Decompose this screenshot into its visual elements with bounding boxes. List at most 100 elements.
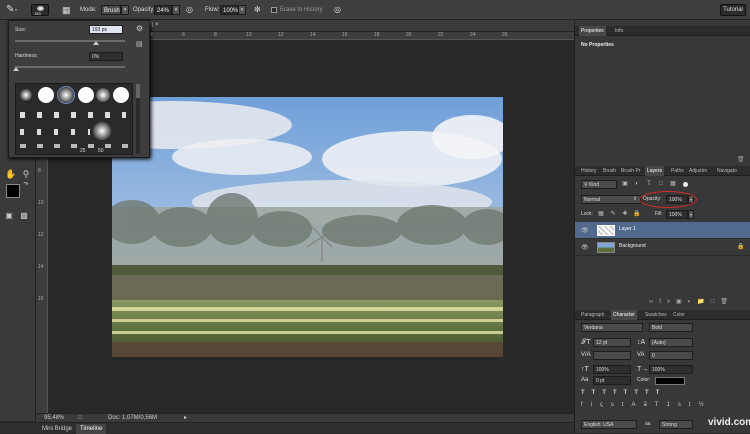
flow-chevron-icon[interactable]: ▾ bbox=[238, 5, 246, 15]
layers-footer-icons[interactable]: ∞fx▣◐📁□🗑 bbox=[649, 298, 734, 305]
hardness-slider[interactable] bbox=[15, 66, 125, 68]
pressure-size-icon[interactable]: ◎ bbox=[334, 4, 341, 16]
font-size-select[interactable]: 12 pt bbox=[593, 338, 631, 347]
visibility-eye-icon[interactable]: 👁 bbox=[581, 227, 589, 234]
brush-preset[interactable] bbox=[20, 89, 32, 101]
brush-preset-selected[interactable] bbox=[57, 86, 75, 104]
status-toggle-icon[interactable]: □ bbox=[78, 415, 82, 421]
language-select[interactable]: English: USA bbox=[581, 420, 637, 429]
tab-brush-presets[interactable]: Brush Pr bbox=[619, 166, 642, 176]
opacity-input[interactable]: 24% bbox=[154, 5, 172, 15]
layer-row-selected[interactable]: 👁 Layer 1 bbox=[575, 222, 750, 239]
tab-adjustments[interactable]: Adjustm bbox=[687, 166, 709, 176]
eraser-tool-icon[interactable]: ✎ bbox=[6, 4, 14, 16]
new-preset-icon[interactable]: ▤ bbox=[136, 40, 143, 48]
tab-properties[interactable]: Properties bbox=[579, 26, 606, 36]
tab-paragraph[interactable]: Paragraph bbox=[579, 310, 606, 320]
layer-row[interactable]: 👁 Background 🔒 bbox=[575, 239, 750, 256]
filter-pixel-icon[interactable]: ▣ bbox=[621, 180, 629, 188]
tab-swatches[interactable]: Swatches bbox=[643, 310, 669, 320]
leading-select[interactable]: (Auto) bbox=[649, 338, 693, 347]
ruler-top-number: 14 bbox=[310, 32, 316, 38]
brush-preset-row[interactable] bbox=[20, 144, 128, 148]
mode-select[interactable]: Brush bbox=[101, 5, 121, 15]
baseline-shift-input[interactable]: 0 pt bbox=[593, 376, 631, 385]
brush-panel-toggle-icon[interactable]: ▦ bbox=[62, 4, 71, 16]
quick-mask-icon[interactable]: ▣ bbox=[3, 210, 15, 222]
tracking-select[interactable]: 0 bbox=[649, 351, 693, 360]
brush-preset[interactable] bbox=[78, 87, 94, 103]
size-slider-thumb[interactable] bbox=[93, 41, 99, 45]
hardness-input[interactable]: 0% bbox=[89, 52, 123, 61]
flow-input[interactable]: 100% bbox=[220, 5, 238, 15]
status-arrow-icon[interactable]: ▸ bbox=[184, 414, 187, 421]
tab-paths[interactable]: Paths bbox=[669, 166, 686, 176]
filter-adjustment-icon[interactable]: ◐ bbox=[633, 180, 641, 188]
fill-input[interactable]: 100% bbox=[666, 210, 688, 219]
size-slider[interactable] bbox=[15, 40, 125, 42]
opacity-label: Opacity: bbox=[133, 7, 156, 13]
text-color-swatch[interactable] bbox=[655, 377, 685, 385]
visibility-eye-icon[interactable]: 👁 bbox=[581, 244, 589, 251]
document-canvas[interactable] bbox=[112, 97, 503, 357]
size-input[interactable]: 193 px bbox=[89, 25, 123, 34]
brush-preset-row[interactable] bbox=[20, 129, 90, 135]
brush-preset[interactable] bbox=[38, 87, 54, 103]
filter-shape-icon[interactable]: □ bbox=[657, 180, 665, 188]
blend-mode-select[interactable]: Normal bbox=[581, 195, 641, 204]
lock-pixels-icon[interactable]: ✎ bbox=[609, 210, 617, 218]
kerning-select[interactable] bbox=[593, 351, 631, 360]
brush-preset-picker[interactable]: 153 bbox=[31, 4, 49, 16]
airbrush-icon[interactable]: ✼ bbox=[254, 4, 261, 16]
horizontal-scale-input[interactable]: 100% bbox=[649, 365, 693, 374]
hardness-slider-thumb[interactable] bbox=[13, 67, 19, 71]
lock-position-icon[interactable]: ✚ bbox=[621, 210, 629, 218]
opacity-chevron-icon[interactable]: ▾ bbox=[172, 5, 180, 15]
properties-trash-icon[interactable]: 🗑 bbox=[737, 156, 745, 163]
layer-filter-kind[interactable]: ⚲ Kind bbox=[581, 180, 617, 189]
brush-preset-grid[interactable]: 25 50 bbox=[15, 83, 133, 155]
font-style-select[interactable]: Bold bbox=[649, 323, 693, 332]
brush-preset[interactable] bbox=[113, 87, 129, 103]
kerning-icon: V/A bbox=[581, 352, 591, 358]
filter-toggle-icon[interactable] bbox=[683, 182, 688, 187]
workspace-button[interactable]: Tutorial bbox=[720, 4, 746, 16]
anti-alias-select[interactable]: Strong bbox=[659, 420, 693, 429]
tab-brush[interactable]: Brush bbox=[601, 166, 618, 176]
foreground-color-swatch[interactable] bbox=[6, 184, 20, 198]
tab-layers[interactable]: Layers bbox=[645, 166, 665, 176]
tab-navigator[interactable]: Navigato bbox=[715, 166, 739, 176]
pressure-opacity-icon[interactable]: ◎ bbox=[186, 4, 193, 16]
brush-preset-row[interactable] bbox=[20, 112, 126, 118]
fill-label: Fill: bbox=[655, 211, 663, 217]
filter-smart-icon[interactable]: ▦ bbox=[669, 180, 677, 188]
lock-all-icon[interactable]: 🔒 bbox=[633, 210, 641, 218]
fill-chevron-icon[interactable]: ▾ bbox=[688, 210, 694, 219]
opentype-buttons[interactable]: fiςstAāT1st½ bbox=[581, 402, 712, 408]
erase-history-checkbox[interactable] bbox=[271, 7, 277, 13]
preset-scrollbar[interactable] bbox=[136, 84, 140, 154]
tab-color[interactable]: Color bbox=[671, 310, 687, 320]
tab-history[interactable]: History bbox=[579, 166, 599, 176]
layer-thumbnail bbox=[597, 225, 615, 236]
brush-preset[interactable] bbox=[96, 88, 110, 102]
tool-preset-chevron-icon[interactable]: ▾ bbox=[15, 4, 17, 16]
hand-tool-icon[interactable]: ✋ bbox=[5, 168, 17, 180]
brush-preset[interactable] bbox=[93, 122, 111, 140]
mode-chevron-icon[interactable]: ▾ bbox=[121, 5, 129, 15]
text-style-buttons[interactable]: TTTTTTTT bbox=[581, 390, 666, 396]
font-size-icon: 𝓣T bbox=[581, 339, 591, 346]
tab-info[interactable]: Info bbox=[613, 26, 625, 36]
font-family-select[interactable]: Verdana bbox=[581, 323, 643, 332]
popup-settings-gear-icon[interactable]: ⚙ bbox=[136, 24, 143, 33]
preset-scroll-thumb[interactable] bbox=[136, 84, 140, 98]
swap-colors-icon[interactable]: ↷ bbox=[20, 179, 32, 191]
blend-mode-chevron-icon[interactable]: ⇕ bbox=[633, 195, 637, 204]
screen-mode-icon[interactable]: ▩ bbox=[18, 210, 30, 222]
vertical-scale-input[interactable]: 100% bbox=[593, 365, 631, 374]
layer-name[interactable]: Layer 1 bbox=[619, 226, 636, 232]
filter-type-icon[interactable]: T bbox=[645, 180, 653, 188]
lock-transparency-icon[interactable]: ▦ bbox=[597, 210, 605, 218]
layer-name[interactable]: Background bbox=[619, 243, 646, 249]
tab-character[interactable]: Character bbox=[611, 310, 637, 320]
